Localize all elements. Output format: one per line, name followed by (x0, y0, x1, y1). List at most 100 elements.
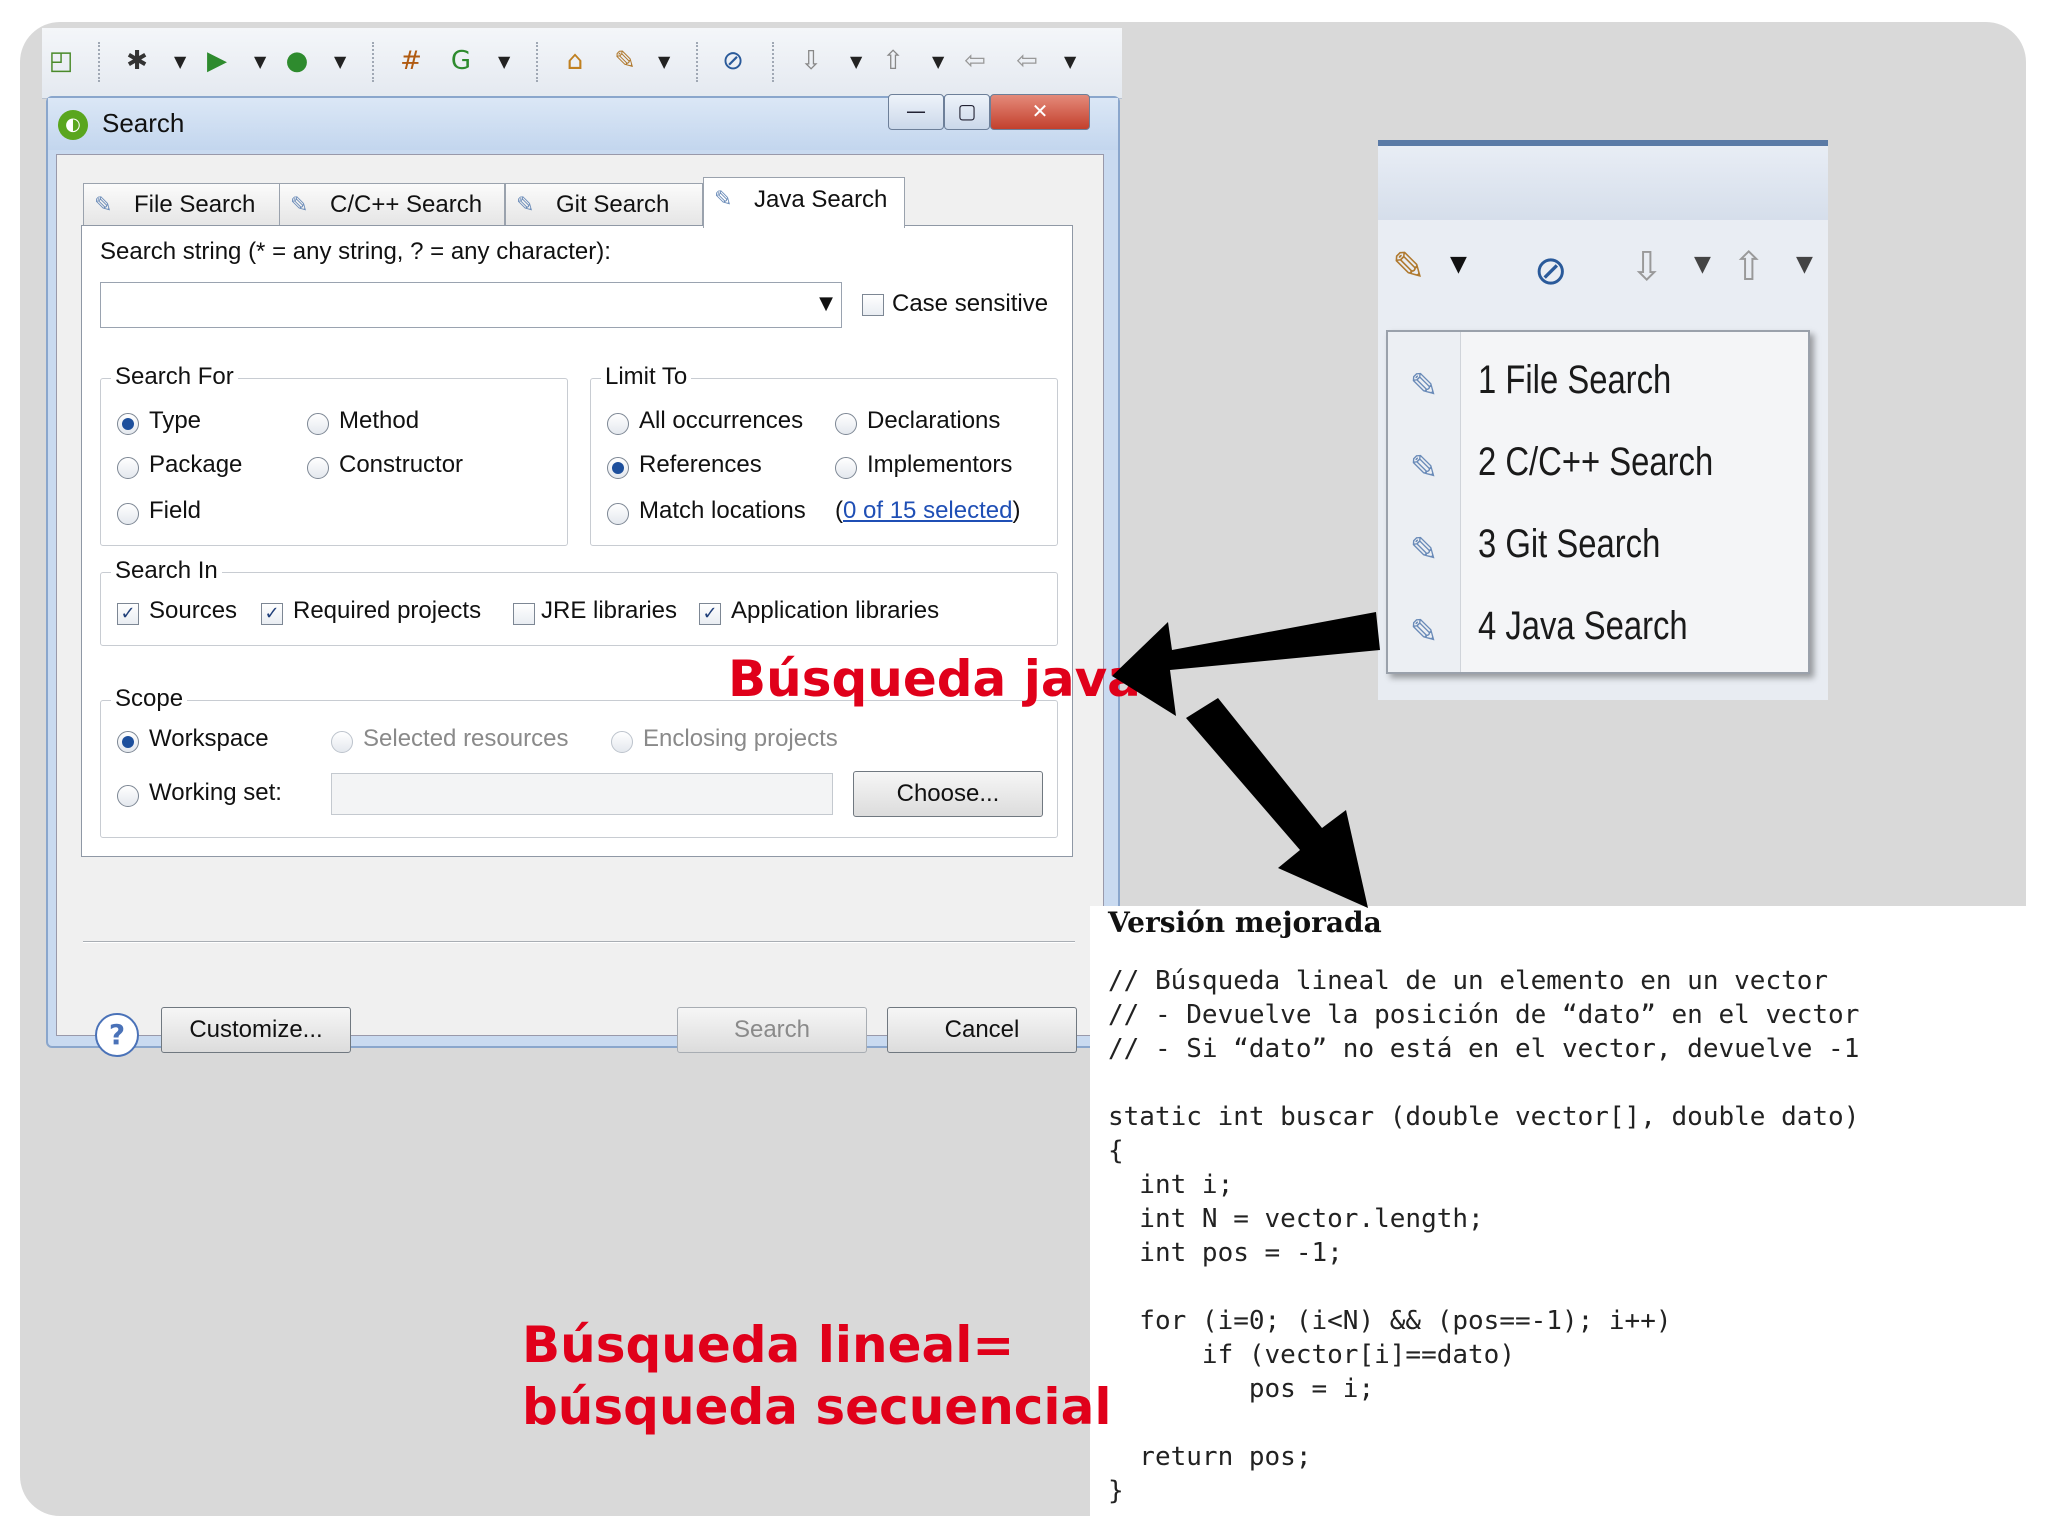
crop-window-header (1378, 140, 1828, 226)
help-icon[interactable]: ? (95, 1013, 139, 1057)
cancel-button[interactable]: Cancel (887, 1007, 1077, 1053)
chevron-down-icon[interactable]: ▼ (334, 52, 346, 71)
application-libraries-label: Application libraries (731, 597, 940, 624)
jre-libraries-label: JRE libraries (541, 597, 678, 624)
match-locations-radio[interactable] (607, 503, 629, 525)
all-occurrences-radio[interactable] (607, 413, 629, 435)
package-radio[interactable] (117, 457, 139, 479)
references-radio[interactable] (607, 457, 629, 479)
working-set-field[interactable] (331, 773, 833, 815)
implementors-radio[interactable] (835, 457, 857, 479)
limit-to-group: Limit To All occurrences Declarations Re… (590, 363, 1058, 546)
tab-cpp-search[interactable]: ✎ C/C++ Search (279, 183, 505, 226)
chevron-down-icon[interactable]: ▼ (254, 52, 266, 71)
maximize-button[interactable]: ▢ (944, 94, 990, 130)
field-label: Field (149, 497, 202, 524)
constructor-radio[interactable] (307, 457, 329, 479)
toolbar-separator (98, 42, 102, 82)
eclipse-toolbar: ◰ ✱ ▼ ▶ ▼ ● ▼ # G ▼ ⌂ ✎ ▼ ⊘ ⇩ ▼ ⇧ ▼ ⇦ ⇦ … (42, 28, 1122, 99)
open-type-icon[interactable]: ⌂ (560, 46, 590, 76)
previous-annotation-icon[interactable]: ⇧ (878, 46, 908, 76)
busqueda-lineal-annotation-line2: búsqueda secuencial (522, 1378, 1112, 1436)
skip-breakpoints-icon[interactable]: ⊘ (718, 46, 748, 76)
chevron-down-icon[interactable]: ▼ (1450, 252, 1467, 277)
menu-item-file-search[interactable]: 1 File Search (1478, 358, 1671, 403)
forward-icon[interactable]: ⇦ (1012, 46, 1042, 76)
java-search-icon: ✎ (714, 186, 733, 211)
search-icon[interactable]: ✎ (1392, 244, 1426, 290)
next-annotation-icon[interactable]: ⇩ (1630, 244, 1664, 290)
case-sensitive-label: Case sensitive (892, 290, 1049, 317)
type-radio[interactable] (117, 413, 139, 435)
dialog-titlebar[interactable]: ◐ Search — ▢ ✕ (48, 94, 1118, 150)
field-radio[interactable] (117, 503, 139, 525)
external-tools-icon[interactable]: ● (282, 46, 312, 76)
java-search-panel: Search string (* = any string, ? = any c… (81, 225, 1073, 857)
tab-git-search[interactable]: ✎ Git Search (505, 183, 703, 226)
skip-breakpoints-icon[interactable]: ⊘ (1534, 248, 1568, 294)
jre-libraries-checkbox[interactable] (513, 603, 535, 625)
references-label: References (639, 451, 762, 478)
search-for-title: Search For (111, 363, 238, 391)
minimize-button[interactable]: — (888, 94, 944, 130)
tab-file-search[interactable]: ✎ File Search (83, 183, 283, 226)
declarations-label: Declarations (867, 407, 1001, 434)
sources-label: Sources (149, 597, 238, 624)
debug-icon[interactable]: ✱ (122, 46, 152, 76)
search-for-group: Search For Type Method Package Construct… (100, 363, 568, 546)
enclosing-projects-label: Enclosing projects (643, 725, 838, 752)
new-java-project-icon[interactable]: # (396, 46, 426, 76)
previous-annotation-icon[interactable]: ⇧ (1732, 244, 1766, 290)
toolbar-separator (772, 42, 776, 82)
workspace-radio[interactable] (117, 731, 139, 753)
choose-button[interactable]: Choose... (853, 771, 1043, 817)
search-in-group: Search In ✓ Sources ✓ Required projects … (100, 557, 1058, 646)
chevron-down-icon[interactable]: ▼ (850, 52, 862, 71)
search-icon[interactable]: ✎ (610, 46, 640, 76)
chevron-down-icon[interactable]: ▼ (1796, 252, 1813, 277)
case-sensitive-checkbox[interactable] (862, 294, 884, 316)
menu-item-java-search[interactable]: 4 Java Search (1478, 604, 1688, 649)
chevron-down-icon[interactable]: ▼ (658, 52, 670, 71)
chevron-down-icon[interactable]: ▼ (1694, 252, 1711, 277)
close-button[interactable]: ✕ (990, 94, 1090, 130)
code-listing: // Búsqueda lineal de un elemento en un … (1108, 966, 1860, 1506)
new-class-icon[interactable]: G (446, 46, 476, 76)
workspace-label: Workspace (149, 725, 269, 752)
enclosing-projects-radio[interactable] (611, 731, 633, 753)
declarations-radio[interactable] (835, 413, 857, 435)
dialog-client-area: ✎ File Search ✎ C/C++ Search ✎ Git Search ✎… (56, 154, 1104, 1057)
application-libraries-checkbox[interactable]: ✓ (699, 603, 721, 625)
menu-item-cpp-search[interactable]: 2 C/C++ Search (1478, 440, 1713, 485)
tab-java-search[interactable]: ✎ Java Search (703, 177, 905, 228)
search-string-combo[interactable]: ▼ (100, 282, 842, 328)
new-icon[interactable]: ◰ (46, 46, 76, 76)
method-radio[interactable] (307, 413, 329, 435)
selected-resources-radio[interactable] (331, 731, 353, 753)
search-in-title: Search In (111, 557, 222, 585)
required-projects-checkbox[interactable]: ✓ (261, 603, 283, 625)
sources-checkbox[interactable]: ✓ (117, 603, 139, 625)
working-set-radio[interactable] (117, 785, 139, 807)
chevron-down-icon[interactable]: ▼ (498, 52, 510, 71)
scope-group: Scope Workspace Selected resources Enclo… (100, 685, 1058, 838)
customize-button[interactable]: Customize... (161, 1007, 351, 1053)
dialog-title: Search (102, 108, 185, 138)
cpp-search-icon: ✎ (290, 192, 309, 217)
method-label: Method (339, 407, 420, 434)
search-button[interactable]: Search (677, 1007, 867, 1053)
chevron-down-icon[interactable]: ▼ (932, 52, 944, 71)
all-occurrences-label: All occurrences (639, 407, 804, 434)
menu-item-git-search[interactable]: 3 Git Search (1478, 522, 1660, 567)
match-locations-label: Match locations (639, 497, 806, 524)
chevron-down-icon[interactable]: ▼ (174, 52, 186, 71)
git-search-icon: ✎ (516, 192, 535, 217)
chevron-down-icon[interactable]: ▼ (819, 293, 833, 314)
next-annotation-icon[interactable]: ⇩ (796, 46, 826, 76)
run-icon[interactable]: ▶ (202, 46, 232, 76)
match-locations-link[interactable]: 0 of 15 selected (843, 497, 1012, 524)
back-icon[interactable]: ⇦ (960, 46, 990, 76)
file-search-icon: ✎ (94, 192, 113, 217)
dialog-separator (83, 941, 1075, 943)
chevron-down-icon[interactable]: ▼ (1064, 52, 1076, 71)
